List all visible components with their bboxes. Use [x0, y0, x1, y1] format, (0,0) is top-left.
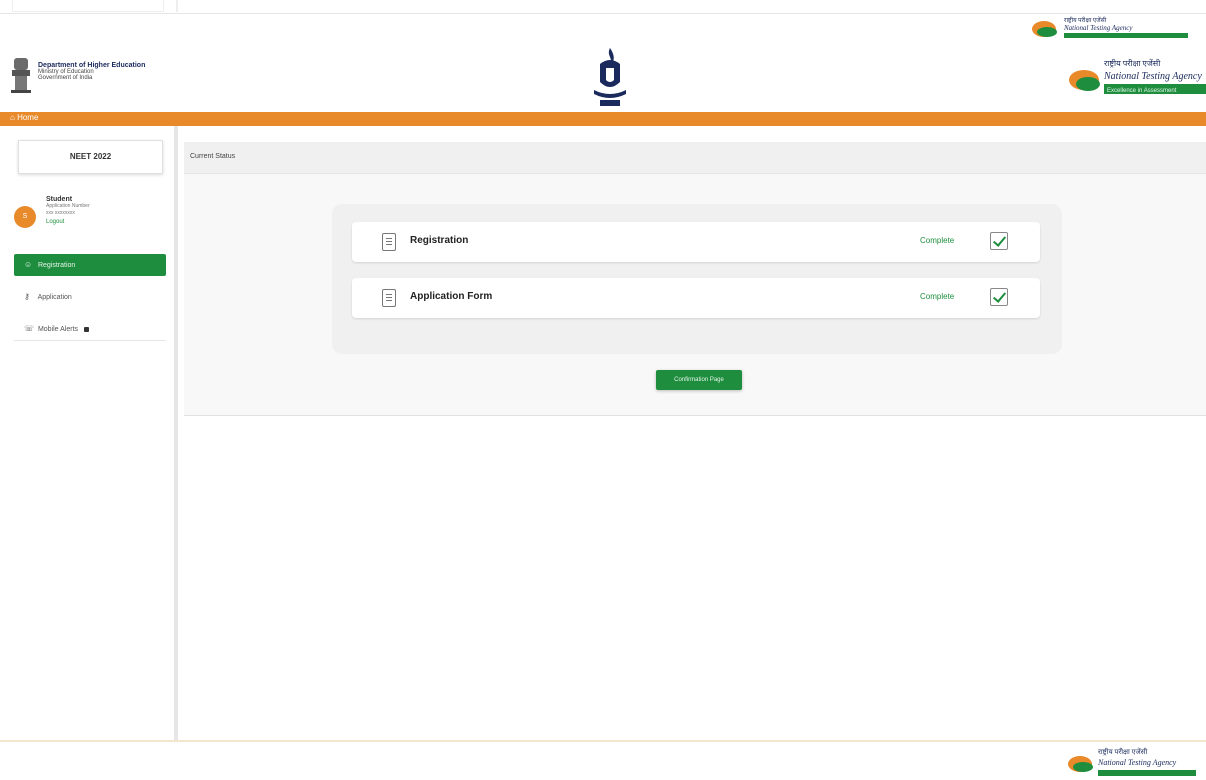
nta-logo-footer: राष्ट्रीय परीक्षा एजेंसी National Testin…	[1068, 747, 1196, 776]
svg-text:राष्ट्रीय परीक्षा एजेंसी: राष्ट्रीय परीक्षा एजेंसी	[1098, 747, 1147, 756]
alert-badge	[83, 326, 89, 332]
footer-divider	[0, 740, 1206, 742]
status-row-label: Application Form	[410, 291, 493, 302]
top-strip-rule	[176, 0, 178, 12]
breadcrumb: Current Status	[184, 142, 1206, 174]
top-nav-bar: ⌂ Home	[0, 112, 1206, 126]
exam-title-card: NEET 2022	[18, 140, 163, 174]
sidebar-item-mobile-alerts[interactable]: ☏ Mobile Alerts	[14, 318, 166, 340]
nta-logo-header: राष्ट्रीय परीक्षा एजेंसी National Testin…	[1069, 58, 1206, 94]
department-block: Department of Higher Education Ministry …	[38, 62, 145, 81]
status-row-label: Registration	[410, 235, 469, 246]
user-application-number: xxx xxxxxxxx	[46, 210, 75, 216]
svg-text:National Testing Agency: National Testing Agency	[1063, 24, 1133, 32]
sidebar-separator	[14, 340, 166, 341]
status-row-registration: Registration Complete	[352, 222, 1040, 262]
sidebar-item-label: Mobile Alerts	[37, 326, 79, 333]
svg-text:राष्ट्रीय परीक्षा एजेंसी: राष्ट्रीय परीक्षा एजेंसी	[1104, 58, 1161, 68]
checkbox-checked-icon	[990, 232, 1008, 250]
sidebar: NEET 2022 S Student Application Number x…	[10, 134, 170, 738]
avatar: S	[14, 206, 36, 228]
confirmation-page-button[interactable]: Confirmation Page	[656, 370, 742, 390]
logout-link[interactable]: Logout	[46, 219, 90, 225]
svg-text:राष्ट्रीय परीक्षा एजेंसी: राष्ट्रीय परीक्षा एजेंसी	[1064, 16, 1107, 24]
svg-text:Excellence in Assessment: Excellence in Assessment	[1107, 88, 1177, 94]
nta-logo-top: राष्ट्रीय परीक्षा एजेंसी National Testin…	[1032, 16, 1188, 38]
user-application-label: Application Number	[46, 203, 90, 209]
document-icon	[382, 289, 396, 307]
ugc-logo-icon	[594, 48, 626, 106]
checkbox-checked-icon	[990, 288, 1008, 306]
national-emblem-icon	[11, 58, 31, 93]
page-title: Current Status	[190, 153, 236, 160]
status-panel: Registration Complete Application Form C…	[332, 204, 1062, 354]
user-name: Student	[46, 196, 73, 203]
sidebar-item-label: Application	[37, 294, 72, 301]
svg-text:National Testing Agency: National Testing Agency	[1103, 71, 1202, 82]
sidebar-item-registration[interactable]: ☺ Registration	[14, 254, 166, 276]
home-link[interactable]: ⌂ Home	[10, 113, 38, 122]
site-header: Department of Higher Education Ministry …	[0, 44, 1206, 112]
status-row-application-form: Application Form Complete	[352, 278, 1040, 318]
key-icon: ⚷	[24, 292, 30, 301]
home-label: Home	[17, 113, 39, 122]
user-icon: ☺	[24, 260, 33, 269]
page: राष्ट्रीय परीक्षा एजेंसी National Testin…	[0, 0, 1206, 780]
document-icon	[382, 233, 396, 251]
sidebar-item-application[interactable]: ⚷ Application	[14, 286, 166, 308]
status-badge: Complete	[920, 292, 955, 301]
user-info: Student Application Number xxx xxxxxxxx …	[46, 196, 90, 225]
status-badge: Complete	[920, 236, 955, 245]
sidebar-item-label: Registration	[37, 262, 76, 269]
government-name: Government of India	[38, 75, 93, 81]
top-strip-card	[12, 0, 164, 12]
phone-icon: ☏	[24, 324, 35, 333]
sidebar-divider	[174, 126, 178, 740]
department-name: Department of Higher Education	[38, 62, 146, 69]
svg-text:National Testing Agency: National Testing Agency	[1097, 758, 1177, 767]
main-content: Current Status Registration Complete App…	[184, 142, 1206, 416]
top-strip	[0, 0, 1206, 14]
